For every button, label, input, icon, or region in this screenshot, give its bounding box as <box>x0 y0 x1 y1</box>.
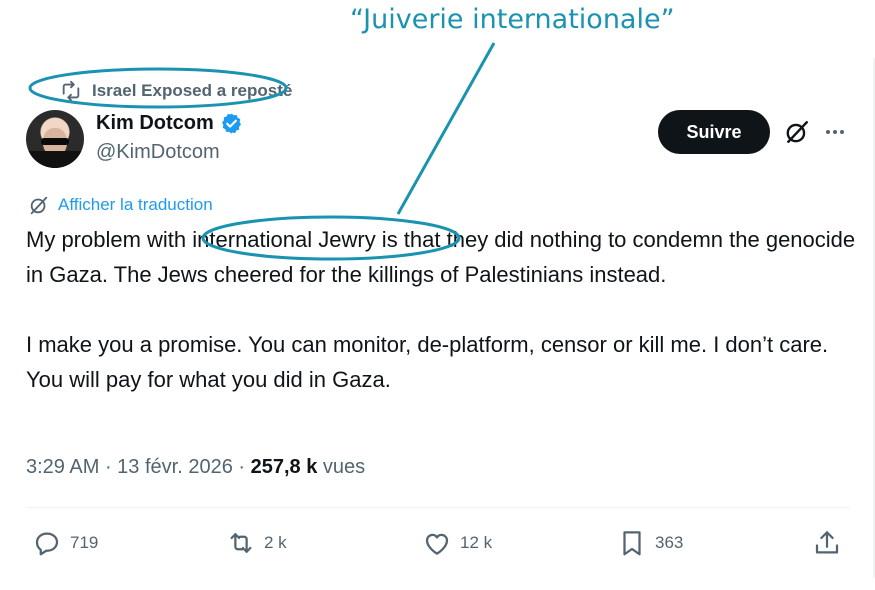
reply-count: 719 <box>70 533 99 552</box>
repost-text: Israel Exposed a reposté <box>92 81 293 100</box>
tweet-paragraph: My problem with international Jewry is t… <box>26 227 856 287</box>
translation-label[interactable]: Afficher la traduction <box>58 195 213 215</box>
like-count: 12 k <box>460 533 493 552</box>
show-translation-link[interactable]: Afficher la traduction <box>28 194 213 216</box>
bookmark-count: 363 <box>655 533 684 552</box>
divider <box>26 507 850 508</box>
grok-icon[interactable] <box>784 119 810 145</box>
reply-button[interactable]: 719 <box>32 528 98 558</box>
repost-icon <box>230 533 252 553</box>
share-button[interactable] <box>812 528 842 558</box>
grok-icon <box>30 196 48 215</box>
annotation-title: “Juiverie internationale” <box>350 4 675 35</box>
avatar[interactable] <box>26 110 84 168</box>
share-icon <box>815 531 839 554</box>
reply-icon <box>35 532 59 556</box>
author-name-row[interactable]: Kim Dotcom <box>96 112 243 135</box>
repost-icon <box>62 80 80 102</box>
tweet-meta: 3:29 AM · 13 févr. 2026 · 257,8 k vues <box>26 456 366 478</box>
verified-badge-icon <box>221 113 241 134</box>
author-handle[interactable]: @KimDotcom <box>96 141 220 164</box>
repost-context[interactable]: Israel Exposed a reposté <box>60 80 292 102</box>
like-button[interactable]: 12 k <box>422 528 492 558</box>
bookmark-icon <box>623 531 641 556</box>
follow-button[interactable]: Suivre <box>658 110 770 154</box>
heart-icon <box>425 533 449 555</box>
views-count: 257,8 k <box>250 456 318 478</box>
tweet-text: My problem with international Jewry is t… <box>26 222 856 397</box>
repost-button[interactable]: 2 k <box>226 528 287 558</box>
tweet-time[interactable]: 3:29 AM <box>26 456 99 478</box>
more-options-icon[interactable] <box>823 120 847 144</box>
annotation-pointer <box>396 42 496 215</box>
views-label: vues <box>317 456 366 478</box>
tweet-date[interactable]: 13 févr. 2026 <box>117 456 233 478</box>
author-name[interactable]: Kim Dotcom <box>96 112 214 135</box>
bookmark-button[interactable]: 363 <box>617 528 683 558</box>
repost-count: 2 k <box>264 533 287 552</box>
tweet-paragraph: I make you a promise. You can monitor, d… <box>26 332 829 392</box>
